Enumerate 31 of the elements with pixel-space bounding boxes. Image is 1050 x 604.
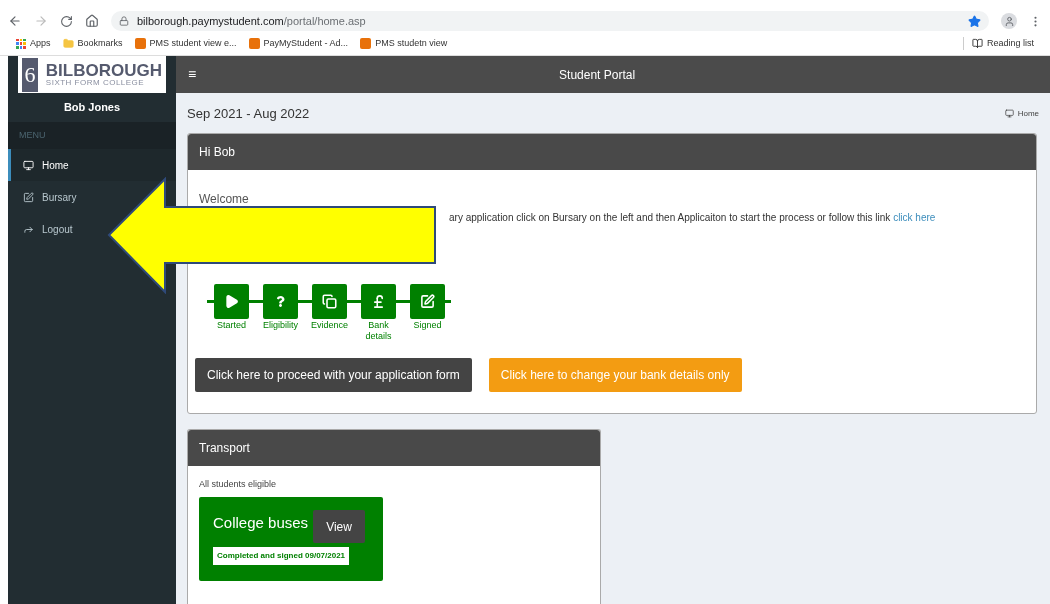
bookmark-link[interactable]: PMS student view e... <box>134 36 237 51</box>
status-badge: Completed and signed 09/07/2021 <box>213 547 350 565</box>
menu-heading: MENU <box>8 122 176 149</box>
sidebar-item[interactable]: Home <box>8 149 176 181</box>
panel-title: Hi Bob <box>188 133 1036 170</box>
view-button[interactable]: View <box>313 510 366 543</box>
academic-year: Sep 2021 - Aug 2022 <box>187 105 310 123</box>
menu-toggle[interactable]: ≡ <box>188 64 197 85</box>
bookmark-link[interactable]: Apps <box>16 36 51 51</box>
welcome-heading: Welcome <box>199 190 250 208</box>
sidebar-item[interactable]: Bursary <box>8 181 89 213</box>
application-form-button[interactable]: Click here to proceed with your application form <box>195 357 472 392</box>
step-label: Started <box>216 319 247 331</box>
step-label: Bank details <box>364 319 393 342</box>
click-here-link[interactable]: click here <box>893 212 936 223</box>
breadcrumb[interactable]: Home <box>1004 107 1039 120</box>
panel-title: Transport <box>188 429 600 466</box>
step-label: Eligibility <box>262 319 299 331</box>
sidebar-item[interactable]: Logout <box>8 213 85 245</box>
portal-title: Student Portal <box>558 66 637 84</box>
bookmark-link[interactable]: PayMyStudent - Ad... <box>248 36 349 51</box>
instruction-text: ary application click on Bursary on the left and then Applicaiton to start the process or follow this link click here <box>449 211 936 225</box>
step-label: Evidence <box>310 319 349 331</box>
address-bar[interactable]: bilborough.paymystudent.com/portal/home.asp <box>111 11 989 31</box>
step-label: Signed <box>412 319 443 331</box>
reading-list-link[interactable]: Reading list <box>962 36 1034 51</box>
url-text: bilborough.paymystudent.com/portal/home.asp <box>137 13 366 29</box>
eligibility-note: All students eligible <box>199 477 278 491</box>
bookmark-link[interactable]: Bookmarks <box>62 36 123 51</box>
tile-title: College buses <box>213 513 309 533</box>
bookmark-link[interactable]: PMS studetn view <box>360 36 448 51</box>
